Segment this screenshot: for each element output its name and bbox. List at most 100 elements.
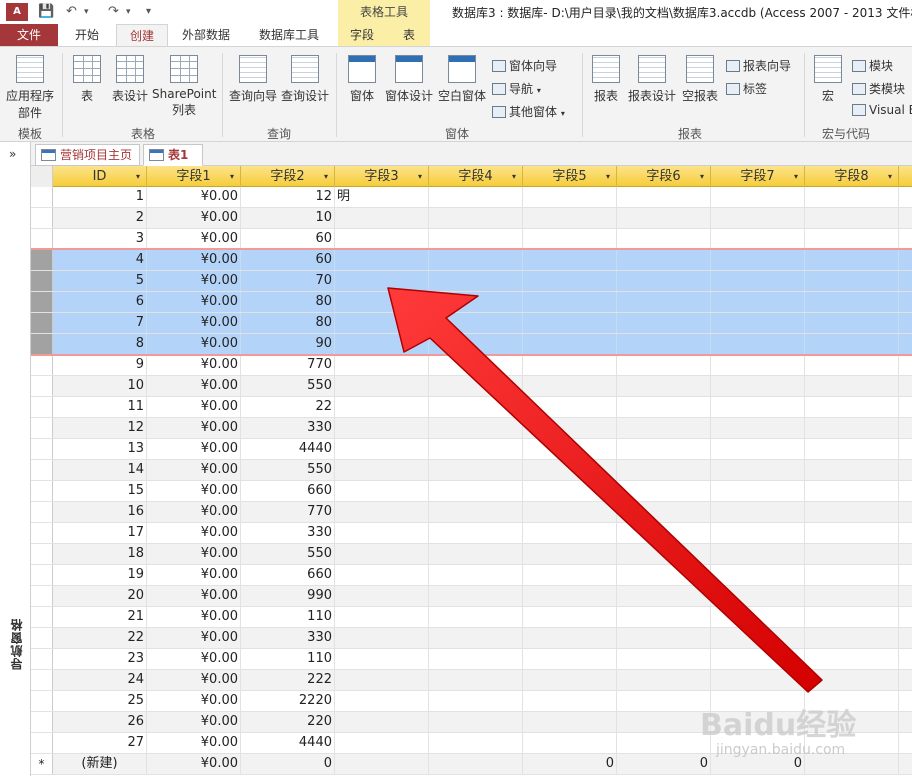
table-cell[interactable]: 330 (241, 418, 335, 438)
query-wizard-button[interactable]: 查询向导 (228, 55, 278, 104)
table-cell[interactable] (617, 460, 711, 480)
table-cell[interactable] (711, 376, 805, 396)
record-selector[interactable] (31, 418, 53, 438)
table-row[interactable]: 23 ¥0.00 110 (31, 649, 912, 670)
table-cell[interactable] (429, 691, 523, 711)
record-selector[interactable] (31, 313, 53, 333)
table-cell[interactable] (523, 229, 617, 249)
table-cell[interactable]: 11 (53, 397, 147, 417)
table-cell[interactable] (523, 649, 617, 669)
table-cell[interactable] (711, 355, 805, 375)
table-cell[interactable] (523, 544, 617, 564)
table-cell[interactable] (335, 292, 429, 312)
table-cell[interactable]: 17 (53, 523, 147, 543)
table-cell[interactable]: ¥0.00 (147, 397, 241, 417)
customize-toolbar-icon[interactable]: ▾ (146, 4, 151, 20)
table-cell[interactable]: ¥0.00 (147, 271, 241, 291)
table-cell[interactable]: 2220 (241, 691, 335, 711)
record-selector[interactable] (31, 544, 53, 564)
table-cell[interactable] (617, 691, 711, 711)
table-cell[interactable] (617, 523, 711, 543)
table-cell[interactable] (617, 481, 711, 501)
table-row[interactable]: 16 ¥0.00 770 (31, 502, 912, 523)
table-cell[interactable]: 12 (241, 187, 335, 207)
table-cell[interactable]: 27 (53, 733, 147, 753)
application-parts-button[interactable]: 应用程序部件 (4, 55, 56, 121)
table-cell[interactable] (711, 481, 805, 501)
table-cell[interactable] (335, 271, 429, 291)
table-cell[interactable] (711, 334, 805, 354)
table-cell[interactable] (805, 586, 899, 606)
table-cell[interactable]: 660 (241, 565, 335, 585)
table-cell[interactable] (335, 523, 429, 543)
table-cell[interactable]: ¥0.00 (147, 628, 241, 648)
table-cell[interactable] (805, 334, 899, 354)
table-cell[interactable] (523, 628, 617, 648)
tab-create[interactable]: 创建 (116, 24, 168, 47)
table-cell[interactable]: 90 (241, 334, 335, 354)
table-cell[interactable]: 10 (241, 208, 335, 228)
table-cell[interactable] (805, 250, 899, 270)
table-cell[interactable]: ¥0.00 (147, 670, 241, 690)
table-cell[interactable]: 9 (53, 355, 147, 375)
query-design-button[interactable]: 查询设计 (280, 55, 330, 104)
table-button[interactable]: 表 (70, 55, 104, 104)
report-wizard-button[interactable]: 报表向导 (726, 57, 791, 74)
table-row[interactable]: 1 ¥0.00 12 明 (31, 187, 912, 208)
table-cell[interactable]: 60 (241, 229, 335, 249)
filter-dropdown-icon[interactable]: ▾ (512, 166, 516, 187)
table-cell[interactable] (617, 607, 711, 627)
table-cell[interactable] (523, 586, 617, 606)
table-cell[interactable]: 80 (241, 292, 335, 312)
table-cell[interactable]: 12 (53, 418, 147, 438)
table-cell[interactable] (429, 649, 523, 669)
table-cell[interactable]: ¥0.00 (147, 481, 241, 501)
filter-dropdown-icon[interactable]: ▾ (230, 166, 234, 187)
record-selector[interactable] (31, 439, 53, 459)
table-cell[interactable]: ¥0.00 (147, 502, 241, 522)
table-cell[interactable]: 550 (241, 376, 335, 396)
table-cell[interactable] (711, 523, 805, 543)
table-cell[interactable] (429, 334, 523, 354)
filter-dropdown-icon[interactable]: ▾ (606, 166, 610, 187)
record-selector[interactable] (31, 670, 53, 690)
table-row[interactable]: 24 ¥0.00 222 (31, 670, 912, 691)
table-cell[interactable] (429, 607, 523, 627)
record-selector[interactable] (31, 586, 53, 606)
table-cell[interactable]: 7 (53, 313, 147, 333)
table-cell[interactable]: 8 (53, 334, 147, 354)
table-row[interactable]: 2 ¥0.00 10 (31, 208, 912, 229)
table-cell[interactable]: 20 (53, 586, 147, 606)
table-cell[interactable] (429, 355, 523, 375)
table-row[interactable]: 13 ¥0.00 4440 (31, 439, 912, 460)
record-selector[interactable] (31, 628, 53, 648)
table-cell[interactable] (805, 397, 899, 417)
table-cell[interactable]: 10 (53, 376, 147, 396)
table-cell[interactable]: 4 (53, 250, 147, 270)
column-header[interactable]: 字段2 ▾ (241, 166, 335, 187)
table-row[interactable]: 9 ¥0.00 770 (31, 355, 912, 376)
table-cell[interactable] (335, 712, 429, 732)
table-cell[interactable] (429, 523, 523, 543)
table-cell[interactable] (523, 187, 617, 207)
table-cell[interactable]: 16 (53, 502, 147, 522)
table-row[interactable]: 7 ¥0.00 80 (31, 313, 912, 334)
sharepoint-lists-button[interactable]: SharePoint列表 (152, 55, 216, 118)
table-cell[interactable] (335, 607, 429, 627)
datasheet[interactable]: ID ▾ 字段1 ▾ 字段2 ▾ 字段3 ▾ 字段4 ▾ 字段5 ▾ 字段6 ▾ 字段7 ▾ 字段8 ▾ 1 ¥0.… (31, 166, 912, 776)
table-cell[interactable]: 24 (53, 670, 147, 690)
table-cell[interactable]: ¥0.00 (147, 460, 241, 480)
table-cell[interactable] (711, 649, 805, 669)
table-cell[interactable] (523, 607, 617, 627)
table-cell[interactable]: 3 (53, 229, 147, 249)
table-cell[interactable] (711, 439, 805, 459)
table-cell[interactable]: ¥0.00 (147, 292, 241, 312)
table-cell[interactable]: 13 (53, 439, 147, 459)
save-icon[interactable]: 💾 (38, 4, 54, 20)
undo-dropdown-icon[interactable]: ▾ (84, 4, 89, 20)
tab-table[interactable]: 表 (392, 24, 426, 47)
table-cell[interactable] (711, 208, 805, 228)
class-module-button[interactable]: 类模块 (852, 80, 905, 97)
select-all-button[interactable] (31, 166, 53, 187)
table-cell[interactable] (805, 187, 899, 207)
